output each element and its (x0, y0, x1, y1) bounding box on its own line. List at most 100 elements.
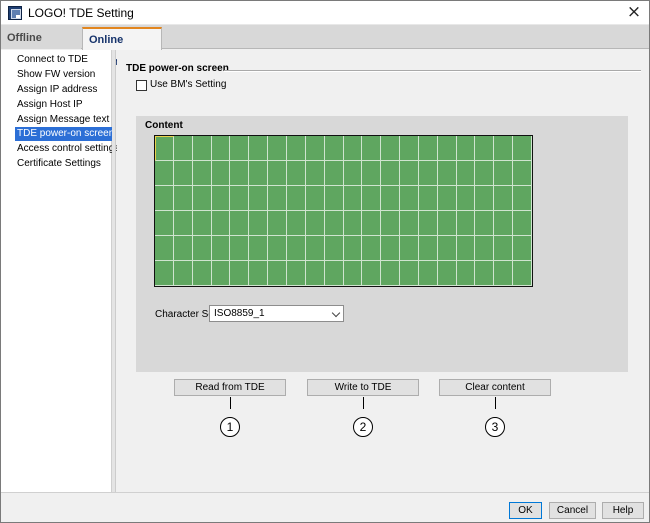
lcd-cell[interactable] (437, 186, 457, 211)
lcd-cell[interactable] (456, 236, 476, 261)
sidebar-item-certificate-settings[interactable]: Certificate Settings (15, 157, 103, 171)
sidebar-item-show-fw-version[interactable]: Show FW version (15, 68, 97, 82)
lcd-cell[interactable] (362, 136, 382, 161)
lcd-cell[interactable] (343, 261, 363, 286)
lcd-cell[interactable] (400, 236, 419, 261)
lcd-cell[interactable] (230, 161, 250, 186)
lcd-cell[interactable] (418, 261, 438, 286)
lcd-cell[interactable] (155, 211, 174, 236)
lcd-cell[interactable] (437, 161, 457, 186)
lcd-cell[interactable] (268, 236, 287, 261)
sidebar-item-access-control-settings[interactable]: Access control settings (15, 142, 121, 156)
help-button[interactable]: Help (602, 502, 644, 519)
lcd-cell[interactable] (192, 236, 212, 261)
lcd-cell[interactable] (494, 136, 514, 161)
lcd-cell[interactable] (381, 186, 401, 211)
lcd-cell[interactable] (475, 236, 495, 261)
splitter[interactable] (112, 50, 116, 492)
lcd-cell[interactable] (268, 261, 287, 286)
lcd-cell[interactable] (513, 236, 532, 261)
lcd-cell[interactable] (400, 261, 419, 286)
close-button[interactable]: × (619, 1, 649, 25)
lcd-cell[interactable] (230, 136, 250, 161)
lcd-cell[interactable] (343, 136, 363, 161)
lcd-cell[interactable] (343, 236, 363, 261)
sidebar-item-assign-ip-address[interactable]: Assign IP address (15, 83, 99, 97)
lcd-cell[interactable] (305, 161, 325, 186)
lcd-cell[interactable] (475, 261, 495, 286)
lcd-cell[interactable] (173, 236, 193, 261)
lcd-cell[interactable] (286, 136, 306, 161)
lcd-cell[interactable] (456, 161, 476, 186)
lcd-cell[interactable] (362, 161, 382, 186)
lcd-cell[interactable] (211, 136, 231, 161)
cancel-button[interactable]: Cancel (549, 502, 596, 519)
lcd-cell[interactable] (494, 236, 514, 261)
lcd-cell[interactable] (381, 261, 401, 286)
lcd-cell[interactable] (362, 186, 382, 211)
sidebar-item-assign-host-ip[interactable]: Assign Host IP (15, 98, 85, 112)
lcd-cell[interactable] (173, 186, 193, 211)
lcd-cell[interactable] (418, 211, 438, 236)
lcd-cell[interactable] (268, 136, 287, 161)
lcd-cell[interactable] (192, 161, 212, 186)
character-set-select[interactable]: ISO8859_1 (209, 305, 344, 322)
lcd-cell[interactable] (305, 136, 325, 161)
lcd-cell[interactable] (437, 261, 457, 286)
lcd-cell[interactable] (192, 136, 212, 161)
lcd-cell[interactable] (268, 186, 287, 211)
lcd-cell[interactable] (324, 136, 344, 161)
lcd-cell[interactable] (249, 161, 269, 186)
lcd-cell[interactable] (305, 211, 325, 236)
lcd-cell[interactable] (475, 186, 495, 211)
lcd-cell[interactable] (230, 261, 250, 286)
lcd-cell[interactable] (456, 136, 476, 161)
lcd-cell[interactable] (155, 186, 174, 211)
lcd-cell[interactable] (211, 236, 231, 261)
tab-offline-settings[interactable]: Offline settings (1, 29, 81, 62)
lcd-cell[interactable] (343, 186, 363, 211)
sidebar-item-connect-to-tde[interactable]: Connect to TDE (15, 53, 90, 67)
lcd-cell[interactable] (475, 136, 495, 161)
lcd-cell[interactable] (437, 136, 457, 161)
lcd-cell[interactable] (456, 186, 476, 211)
lcd-cell[interactable] (268, 161, 287, 186)
lcd-cell[interactable] (173, 161, 193, 186)
lcd-cell[interactable] (513, 261, 532, 286)
write-to-tde-button[interactable]: Write to TDE (307, 379, 419, 396)
lcd-cell[interactable] (286, 161, 306, 186)
lcd-cell[interactable] (286, 186, 306, 211)
use-bm-setting-checkbox[interactable] (136, 80, 147, 91)
lcd-cell[interactable] (230, 186, 250, 211)
use-bm-setting-label[interactable]: Use BM's Setting (150, 79, 226, 90)
lcd-cell[interactable] (400, 161, 419, 186)
read-from-tde-button[interactable]: Read from TDE (174, 379, 286, 396)
lcd-cell[interactable] (249, 261, 269, 286)
lcd-cell[interactable] (155, 236, 174, 261)
lcd-cell[interactable] (513, 211, 532, 236)
lcd-cell[interactable] (381, 161, 401, 186)
lcd-cell[interactable] (381, 211, 401, 236)
lcd-cell[interactable] (305, 186, 325, 211)
lcd-cell[interactable] (475, 161, 495, 186)
lcd-cell[interactable] (494, 211, 514, 236)
lcd-cell[interactable] (230, 236, 250, 261)
lcd-cell[interactable] (513, 186, 532, 211)
lcd-cell[interactable] (400, 186, 419, 211)
sidebar-item-tde-power-on-screen[interactable]: TDE power-on screen (15, 127, 117, 141)
lcd-cell[interactable] (418, 186, 438, 211)
lcd-cell[interactable] (155, 136, 174, 161)
lcd-cell[interactable] (211, 261, 231, 286)
lcd-cell[interactable] (305, 261, 325, 286)
lcd-cell[interactable] (475, 211, 495, 236)
lcd-cell[interactable] (400, 136, 419, 161)
lcd-cell[interactable] (362, 236, 382, 261)
lcd-cell[interactable] (456, 261, 476, 286)
lcd-cell[interactable] (286, 236, 306, 261)
lcd-cell[interactable] (268, 211, 287, 236)
lcd-cell[interactable] (437, 236, 457, 261)
lcd-cell[interactable] (249, 211, 269, 236)
tab-online-settings[interactable]: Online settings (82, 27, 162, 68)
lcd-cell[interactable] (418, 236, 438, 261)
sidebar-item-assign-message-text[interactable]: Assign Message text (15, 113, 111, 127)
